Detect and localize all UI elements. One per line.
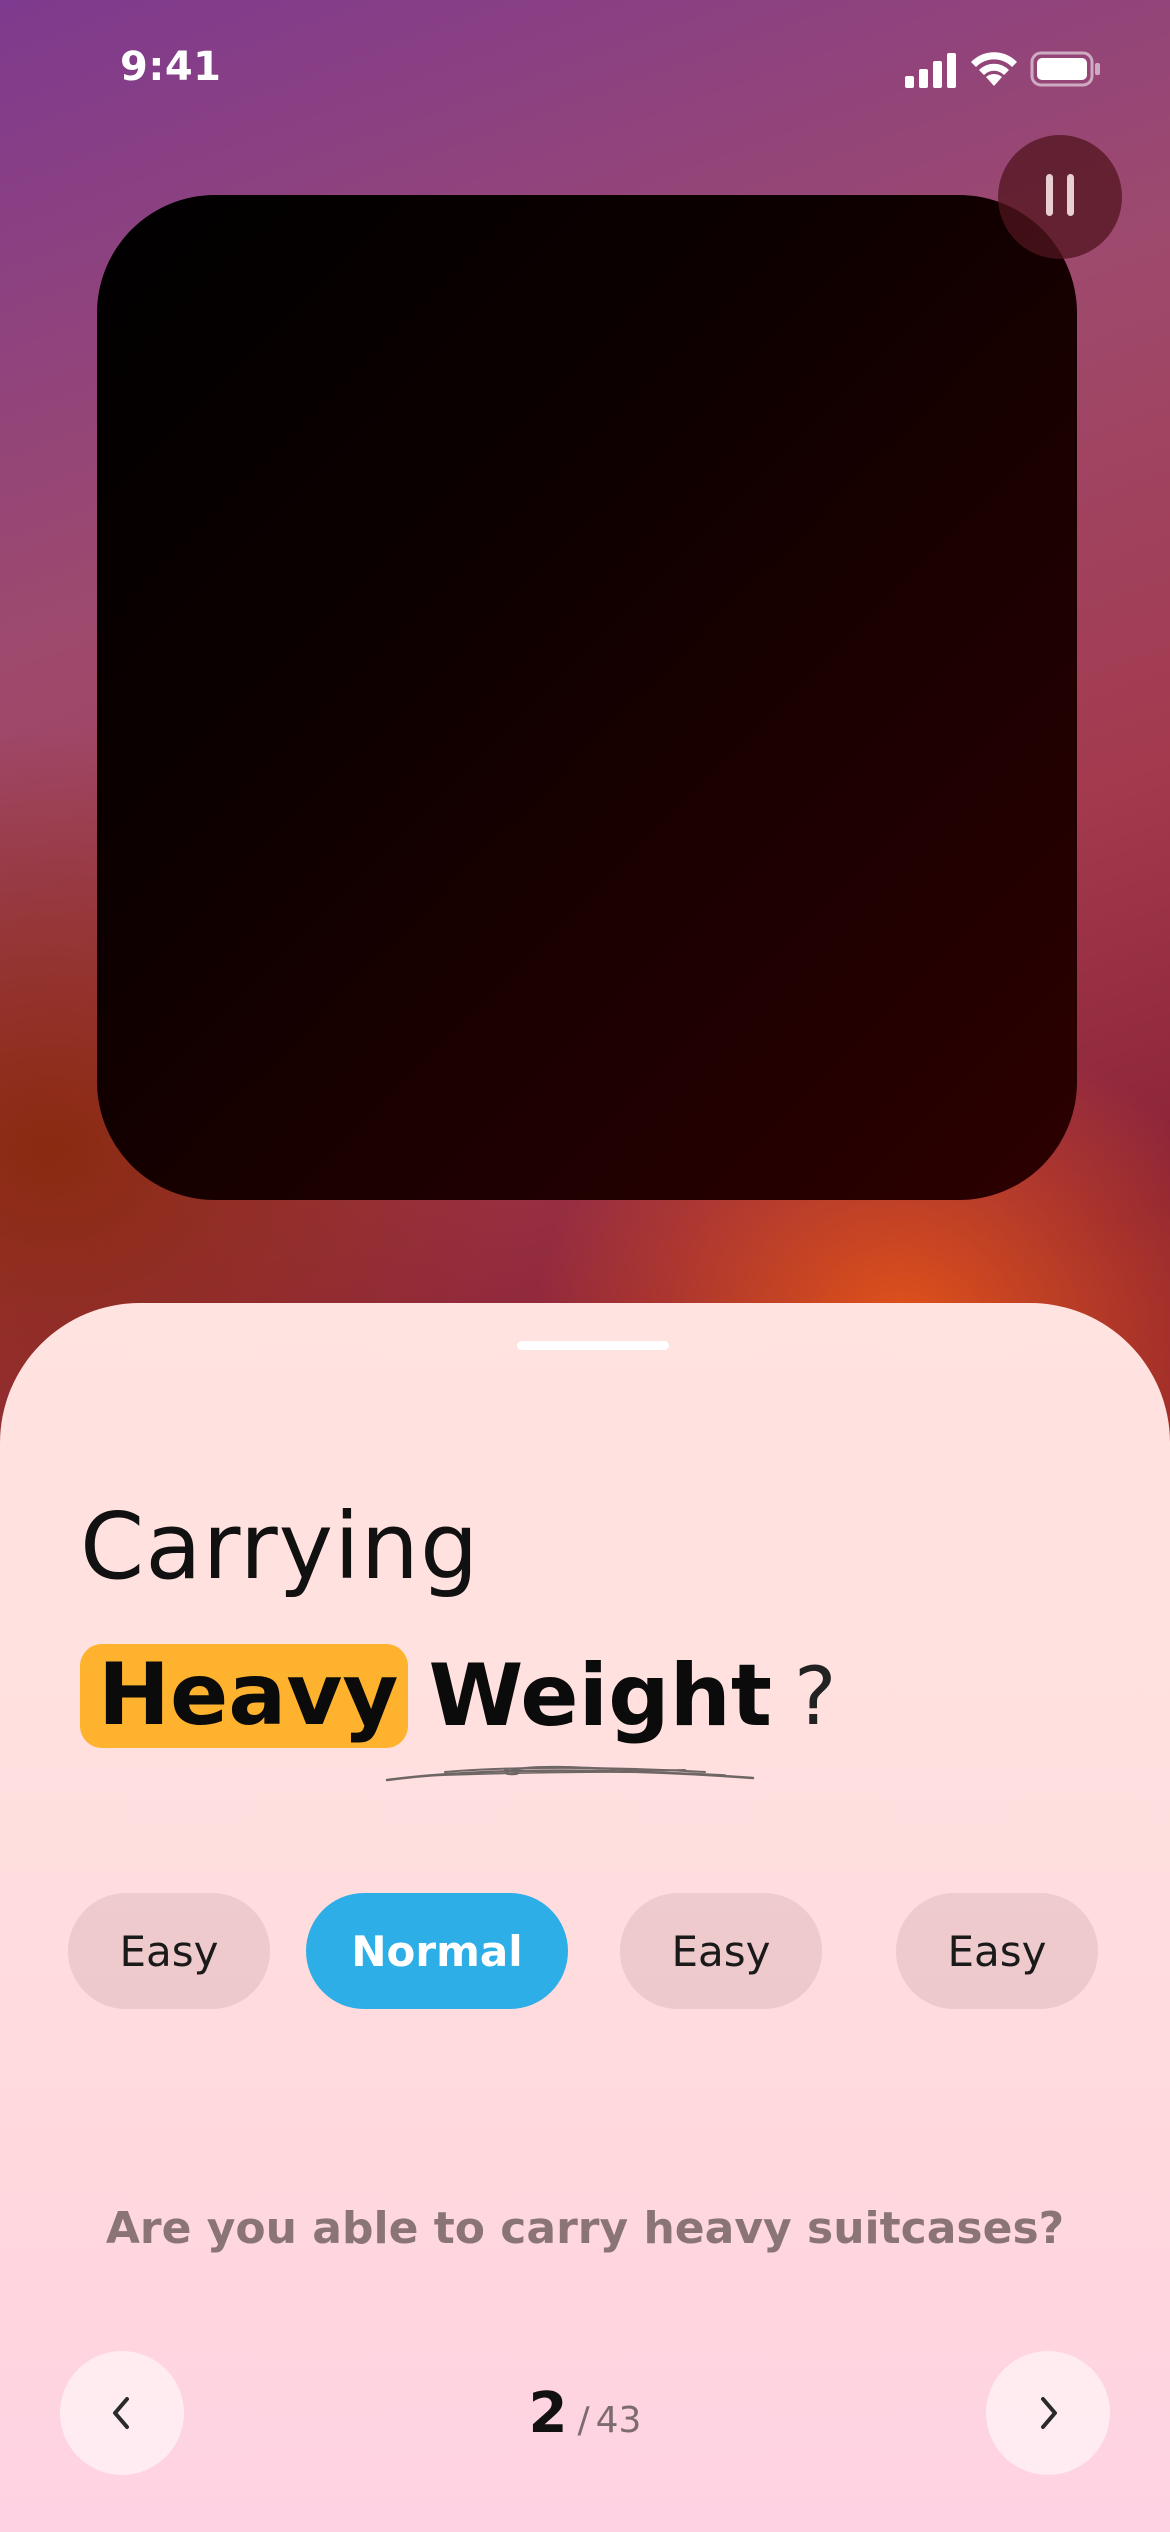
page-separator: / — [577, 2400, 590, 2441]
option-easy-2[interactable]: Easy — [620, 1893, 822, 2009]
question-mark: ? — [793, 1649, 837, 1743]
battery-icon — [1030, 51, 1100, 87]
page-current: 2 — [528, 2381, 568, 2446]
wifi-icon — [971, 52, 1017, 86]
chevron-right-icon — [1041, 2397, 1057, 2429]
page-total: 43 — [595, 2400, 642, 2441]
next-button[interactable] — [986, 2351, 1110, 2475]
option-easy-1[interactable]: Easy — [68, 1893, 270, 2009]
option-easy-3[interactable]: Easy — [896, 1893, 1098, 2009]
pause-icon — [1039, 174, 1081, 220]
status-bar: 9:41 — [0, 0, 1170, 150]
signal-icon — [905, 53, 956, 88]
status-time: 9:41 — [120, 44, 222, 90]
title-line2: Heavy Weight ? — [80, 1636, 836, 1756]
media-card[interactable] — [97, 195, 1077, 1200]
scribble-underline — [385, 1765, 755, 1782]
pause-button[interactable] — [998, 135, 1122, 259]
sheet-grabber[interactable] — [517, 1341, 669, 1350]
title-word: Weight — [428, 1645, 772, 1746]
title-line1: Carrying — [80, 1493, 480, 1600]
option-normal[interactable]: Normal — [306, 1893, 568, 2009]
question-sheet: Carrying Heavy Weight ? Easy Normal Easy… — [0, 1303, 1170, 2532]
highlighted-word: Heavy — [80, 1643, 409, 1749]
screen: 9:41 Carrying Heavy Weight ? Easy Normal… — [0, 0, 1170, 2532]
question-prompt: Are you able to carry heavy suitcases? — [105, 2203, 1065, 2254]
